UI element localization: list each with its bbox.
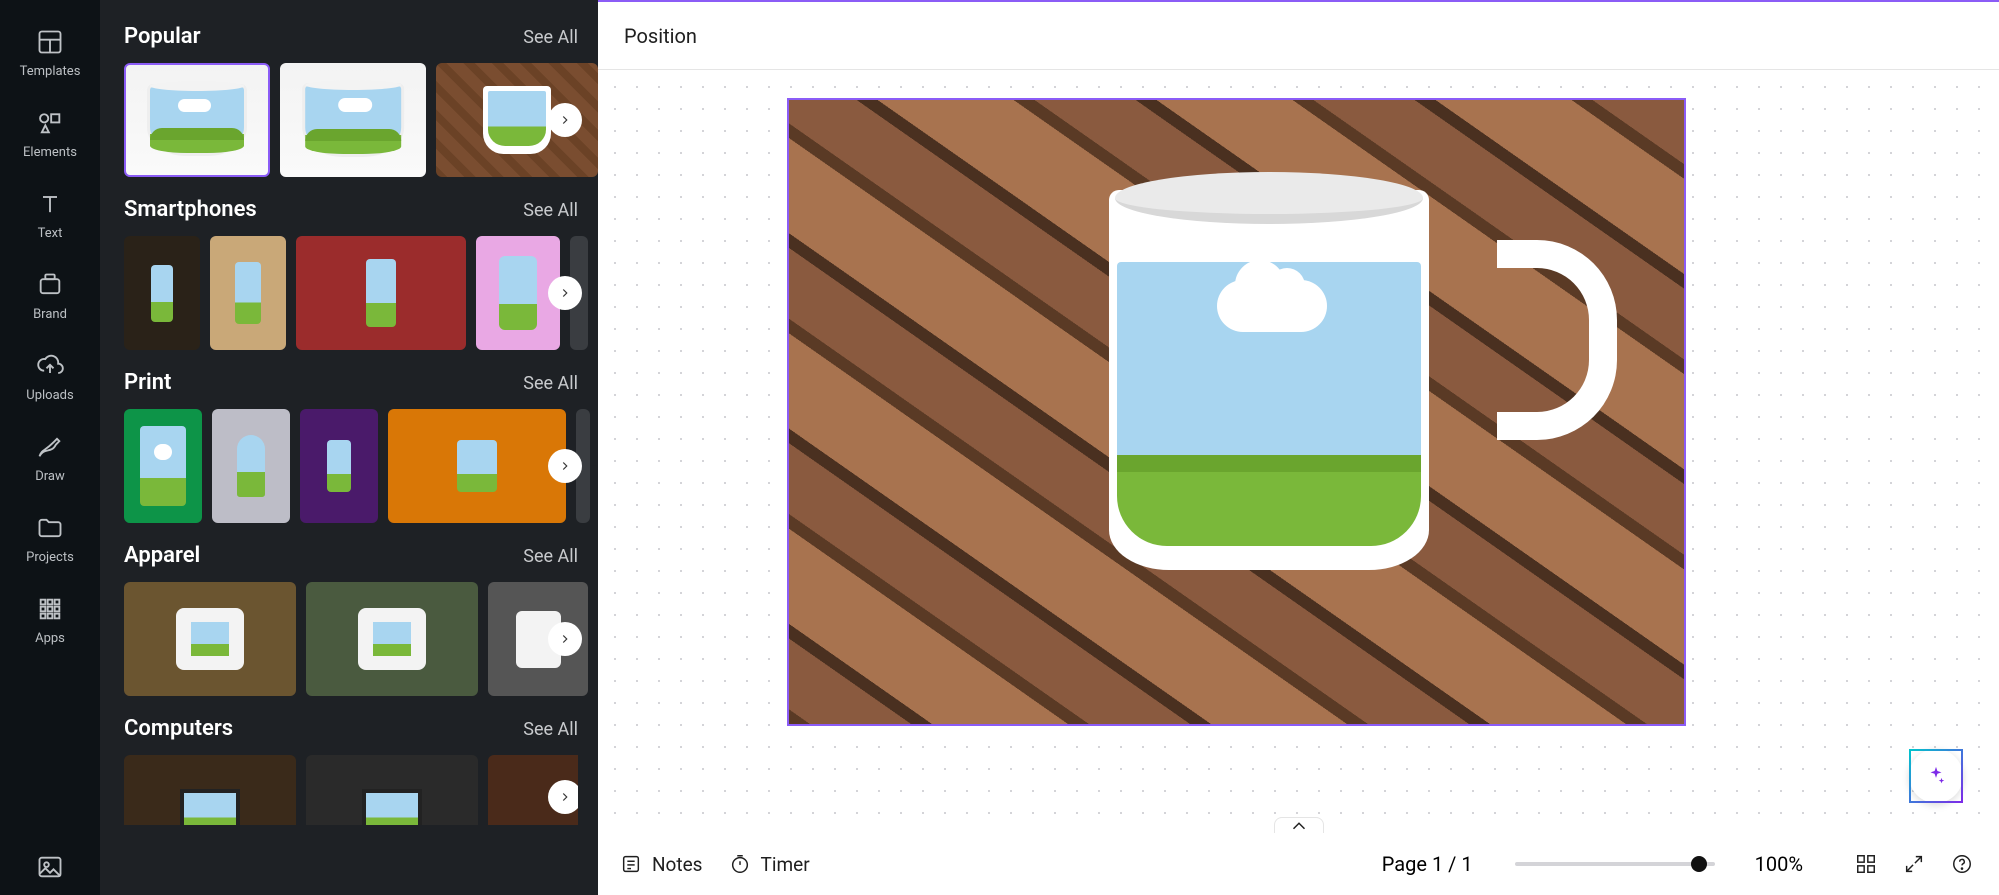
scroll-right-button[interactable] xyxy=(548,780,578,814)
draw-icon xyxy=(36,433,64,461)
chevron-right-icon xyxy=(558,790,572,804)
sidebar-item-apps[interactable]: Apps xyxy=(0,579,100,660)
zoom-slider-knob[interactable] xyxy=(1691,856,1707,872)
sidebar-item-elements[interactable]: Elements xyxy=(0,93,100,174)
mockup-thumb[interactable] xyxy=(124,236,200,350)
mockup-thumb[interactable] xyxy=(124,409,202,523)
sidebar-item-photos[interactable] xyxy=(0,837,100,895)
zoom-value[interactable]: 100% xyxy=(1755,852,1803,876)
mockup-thumb[interactable] xyxy=(306,582,478,696)
sidebar-item-label: Brand xyxy=(33,307,67,322)
sparkle-icon xyxy=(1925,765,1947,787)
section-print: Print See All xyxy=(124,370,578,523)
sidebar-item-text[interactable]: Text xyxy=(0,174,100,255)
sidebar-item-label: Draw xyxy=(35,469,65,484)
mockup-thumb[interactable] xyxy=(300,409,378,523)
editor-footer: Notes Timer Page 1 / 1 100% xyxy=(598,833,1999,895)
notes-icon xyxy=(620,853,642,875)
chevron-right-icon xyxy=(558,113,572,127)
elements-icon xyxy=(36,109,64,137)
context-toolbar: Position xyxy=(598,0,1999,70)
sidebar-item-templates[interactable]: Templates xyxy=(0,12,100,93)
sidebar-item-label: Text xyxy=(38,226,63,241)
templates-icon xyxy=(36,28,64,56)
timer-icon xyxy=(729,853,751,875)
help-button[interactable] xyxy=(1947,849,1977,879)
design-canvas[interactable] xyxy=(787,98,1686,726)
position-button[interactable]: Position xyxy=(624,24,697,48)
mockup-thumb[interactable] xyxy=(388,409,566,523)
section-apparel: Apparel See All xyxy=(124,543,578,696)
chevron-right-icon xyxy=(558,286,572,300)
see-all-link[interactable]: See All xyxy=(523,719,578,740)
image-icon xyxy=(36,853,64,881)
sidebar-item-draw[interactable]: Draw xyxy=(0,417,100,498)
editor-area: Position xyxy=(598,0,1999,895)
chevron-left-icon xyxy=(597,433,598,443)
scroll-right-button[interactable] xyxy=(548,622,582,656)
mockup-thumb[interactable] xyxy=(124,582,296,696)
expand-icon xyxy=(1903,853,1925,875)
scroll-right-button[interactable] xyxy=(548,276,582,310)
chevron-up-icon xyxy=(1288,815,1310,837)
timer-label: Timer xyxy=(761,853,810,876)
projects-icon xyxy=(36,514,64,542)
grid-view-button[interactable] xyxy=(1851,849,1881,879)
apps-icon xyxy=(36,595,64,623)
mockup-thumb[interactable] xyxy=(124,63,270,177)
see-all-link[interactable]: See All xyxy=(523,27,578,48)
collapse-panel-button[interactable] xyxy=(591,410,598,466)
mockup-thumb[interactable] xyxy=(212,409,290,523)
see-all-link[interactable]: See All xyxy=(523,373,578,394)
see-all-link[interactable]: See All xyxy=(523,546,578,567)
timer-button[interactable]: Timer xyxy=(729,853,810,876)
sidebar-item-projects[interactable]: Projects xyxy=(0,498,100,579)
sidebar-item-label: Elements xyxy=(23,145,77,160)
chevron-right-icon xyxy=(558,632,572,646)
mockup-thumb[interactable] xyxy=(296,236,466,350)
help-icon xyxy=(1951,853,1973,875)
sidebar-item-label: Apps xyxy=(35,631,65,646)
section-popular: Popular See All xyxy=(124,24,578,177)
section-title: Computers xyxy=(124,716,233,741)
notes-button[interactable]: Notes xyxy=(620,853,703,876)
section-title: Smartphones xyxy=(124,197,257,222)
mockup-thumb[interactable] xyxy=(306,755,478,825)
icon-sidebar: Templates Elements Text Brand Uploads Dr… xyxy=(0,0,100,895)
zoom-slider[interactable] xyxy=(1515,862,1715,866)
mockups-panel: Popular See All Smartphones See All Prin… xyxy=(100,0,598,895)
mockup-thumb[interactable] xyxy=(124,755,296,825)
mockup-thumb[interactable] xyxy=(280,63,426,177)
see-all-link[interactable]: See All xyxy=(523,200,578,221)
section-computers: Computers See All xyxy=(124,716,578,825)
canvas-area[interactable]: Notes Timer Page 1 / 1 100% xyxy=(598,70,1999,895)
sidebar-item-label: Projects xyxy=(26,550,74,565)
mockup-image[interactable] xyxy=(789,100,1684,724)
expand-pages-button[interactable] xyxy=(1274,817,1324,833)
grid-icon xyxy=(1855,853,1877,875)
section-title: Apparel xyxy=(124,543,200,568)
brand-icon xyxy=(36,271,64,299)
section-title: Print xyxy=(124,370,171,395)
scroll-right-button[interactable] xyxy=(548,449,582,483)
page-indicator[interactable]: Page 1 / 1 xyxy=(1382,852,1473,876)
uploads-icon xyxy=(36,352,64,380)
text-icon xyxy=(36,190,64,218)
notes-label: Notes xyxy=(652,853,703,876)
sidebar-item-label: Templates xyxy=(20,64,81,79)
sidebar-item-brand[interactable]: Brand xyxy=(0,255,100,336)
mockup-thumb[interactable] xyxy=(210,236,286,350)
chevron-right-icon xyxy=(558,459,572,473)
magic-assistant-button[interactable] xyxy=(1909,749,1963,803)
fullscreen-button[interactable] xyxy=(1899,849,1929,879)
section-smartphones: Smartphones See All xyxy=(124,197,578,350)
sidebar-item-label: Uploads xyxy=(26,388,73,403)
scroll-right-button[interactable] xyxy=(548,103,582,137)
section-title: Popular xyxy=(124,24,201,49)
sidebar-item-uploads[interactable]: Uploads xyxy=(0,336,100,417)
